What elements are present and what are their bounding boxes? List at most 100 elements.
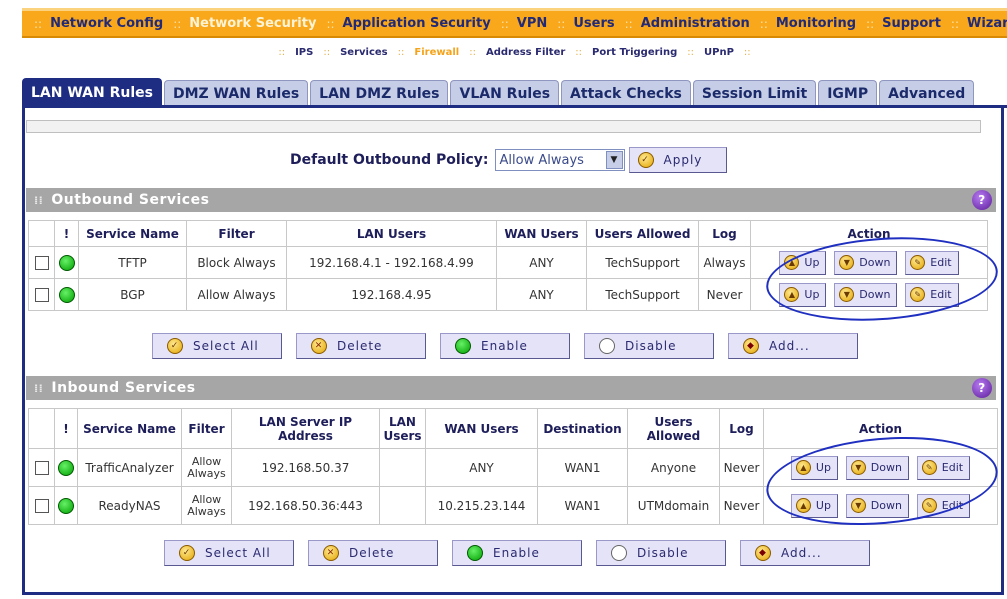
help-icon[interactable]: ? — [972, 190, 992, 210]
outbound-services-table: ! Service Name Filter LAN Users WAN User… — [28, 220, 988, 311]
default-policy-value: Allow Always — [499, 152, 584, 168]
tab-session-limit[interactable]: Session Limit — [692, 80, 817, 106]
grip-icon: ⁞⁞ — [34, 381, 44, 395]
nav-vpn[interactable]: VPN — [517, 16, 547, 31]
inbound-services-header: ⁞⁞ Inbound Services ? — [26, 376, 996, 400]
col-users-allowed: Users Allowed — [586, 220, 699, 247]
row-checkbox[interactable] — [34, 287, 49, 302]
close-icon: ✕ — [311, 338, 327, 354]
log-cell: Never — [698, 278, 751, 311]
col-lan-server-ip: LAN Server IP Address — [231, 408, 380, 449]
down-button[interactable]: ▼ Down — [845, 493, 909, 518]
inbound-services-title: Inbound Services — [51, 380, 196, 396]
nav-wizards[interactable]: Wizards — [967, 16, 1007, 31]
default-policy-row: Default Outbound Policy: Allow Always ▼ … — [290, 147, 727, 173]
tab-dmz-wan-rules[interactable]: DMZ WAN Rules — [163, 80, 309, 106]
tab-lan-dmz-rules[interactable]: LAN DMZ Rules — [310, 80, 449, 106]
filter-cell: Allow Always — [181, 486, 232, 525]
subnav-address-filter[interactable]: Address Filter — [486, 47, 565, 58]
outbound-add-button[interactable]: ◆ Add... — [728, 333, 858, 359]
edit-button[interactable]: ✎ Edit — [905, 250, 959, 275]
server-ip-cell: 192.168.50.37 — [231, 448, 380, 487]
down-arrow-icon: ▼ — [839, 287, 855, 302]
inbound-services-table: ! Service Name Filter LAN Server IP Addr… — [28, 408, 998, 525]
down-button[interactable]: ▼ Down — [845, 455, 909, 480]
up-button[interactable]: ▲ Up — [779, 282, 827, 307]
tab-lan-wan-rules[interactable]: LAN WAN Rules — [22, 78, 162, 106]
nav-monitoring[interactable]: Monitoring — [776, 16, 856, 31]
edit-button[interactable]: ✎ Edit — [905, 282, 959, 307]
inbound-delete-button[interactable]: ✕ Delete — [308, 540, 438, 566]
col-log: Log — [719, 408, 764, 449]
check-icon: ✓ — [179, 545, 195, 561]
users-allowed-cell: UTMdomain — [627, 486, 720, 525]
nav-network-config[interactable]: Network Config — [50, 16, 163, 31]
subnav-ips[interactable]: IPS — [295, 47, 313, 58]
inbound-disable-button[interactable]: Disable — [596, 540, 726, 566]
users-allowed-cell: TechSupport — [586, 246, 699, 279]
subnav-upnp[interactable]: UPnP — [704, 47, 734, 58]
action-cell: ▲ Up ▼ Down ✎ Edit — [763, 486, 998, 525]
white-dot-icon — [599, 338, 615, 354]
col-service-name: Service Name — [78, 220, 187, 247]
default-policy-label: Default Outbound Policy: — [290, 152, 489, 168]
subnav-services[interactable]: Services — [340, 47, 388, 58]
nav-support[interactable]: Support — [882, 16, 941, 31]
col-action: Action — [763, 408, 998, 449]
subnav-firewall[interactable]: Firewall — [414, 47, 459, 58]
row-checkbox[interactable] — [34, 460, 49, 475]
pencil-icon: ✎ — [921, 498, 937, 513]
service-name-cell: ReadyNAS — [77, 486, 182, 525]
table-row: TrafficAnalyzer Allow Always 192.168.50.… — [28, 448, 998, 487]
table-row: ReadyNAS Allow Always 192.168.50.36:443 … — [28, 486, 998, 525]
action-cell: ▲ Up ▼ Down ✎ Edit — [750, 278, 988, 311]
action-cell: ▲ Up ▼ Down ✎ Edit — [763, 448, 998, 487]
check-icon: ✓ — [637, 152, 654, 168]
pencil-icon: ✎ — [910, 287, 926, 302]
down-button[interactable]: ▼ Down — [834, 282, 898, 307]
row-checkbox[interactable] — [34, 498, 49, 513]
inbound-enable-button[interactable]: Enable — [452, 540, 582, 566]
close-icon: ✕ — [323, 545, 339, 561]
lan-users-cell — [379, 448, 426, 487]
up-arrow-icon: ▲ — [795, 460, 811, 475]
inbound-add-button[interactable]: ◆ Add... — [740, 540, 870, 566]
tab-attack-checks[interactable]: Attack Checks — [561, 80, 691, 106]
edit-button[interactable]: ✎ Edit — [916, 455, 971, 480]
wan-users-cell: ANY — [425, 448, 538, 487]
outbound-select-all-button[interactable]: ✓ Select All — [152, 333, 282, 359]
action-cell: ▲ Up ▼ Down ✎ Edit — [750, 246, 988, 279]
nav-application-security[interactable]: Application Security — [343, 16, 491, 31]
chevron-down-icon[interactable]: ▼ — [605, 151, 623, 169]
row-checkbox[interactable] — [34, 255, 49, 270]
log-cell: Never — [719, 448, 764, 487]
subnav-port-triggering[interactable]: Port Triggering — [592, 47, 677, 58]
default-policy-select[interactable]: Allow Always ▼ — [494, 149, 625, 171]
pencil-icon: ✎ — [910, 255, 926, 270]
lan-users-cell: 192.168.4.95 — [286, 278, 497, 311]
nav-users[interactable]: Users — [573, 16, 614, 31]
outbound-bulk-actions: ✓ Select All ✕ Delete Enable Disable ◆ Add.… — [152, 333, 872, 359]
apply-button[interactable]: ✓ Apply — [628, 147, 727, 173]
outbound-enable-button[interactable]: Enable — [440, 333, 570, 359]
inbound-select-all-button[interactable]: ✓ Select All — [164, 540, 294, 566]
up-button[interactable]: ▲ Up — [779, 250, 827, 275]
nav-network-security[interactable]: Network Security — [189, 16, 316, 31]
outbound-delete-button[interactable]: ✕ Delete — [296, 333, 426, 359]
tab-advanced[interactable]: Advanced — [879, 80, 975, 106]
nav-administration[interactable]: Administration — [641, 16, 750, 31]
up-button[interactable]: ▲ Up — [790, 455, 838, 480]
server-ip-cell: 192.168.50.36:443 — [231, 486, 380, 525]
up-button[interactable]: ▲ Up — [790, 493, 838, 518]
down-button[interactable]: ▼ Down — [834, 250, 898, 275]
tab-vlan-rules[interactable]: VLAN Rules — [450, 80, 560, 106]
service-name-cell: BGP — [78, 278, 187, 311]
col-service-name: Service Name — [77, 408, 182, 449]
help-icon[interactable]: ? — [972, 378, 992, 398]
up-arrow-icon: ▲ — [784, 287, 800, 302]
edit-button[interactable]: ✎ Edit — [916, 493, 971, 518]
col-filter: Filter — [181, 408, 232, 449]
outbound-disable-button[interactable]: Disable — [584, 333, 714, 359]
status-enabled-icon — [58, 286, 75, 303]
tab-igmp[interactable]: IGMP — [818, 80, 878, 106]
